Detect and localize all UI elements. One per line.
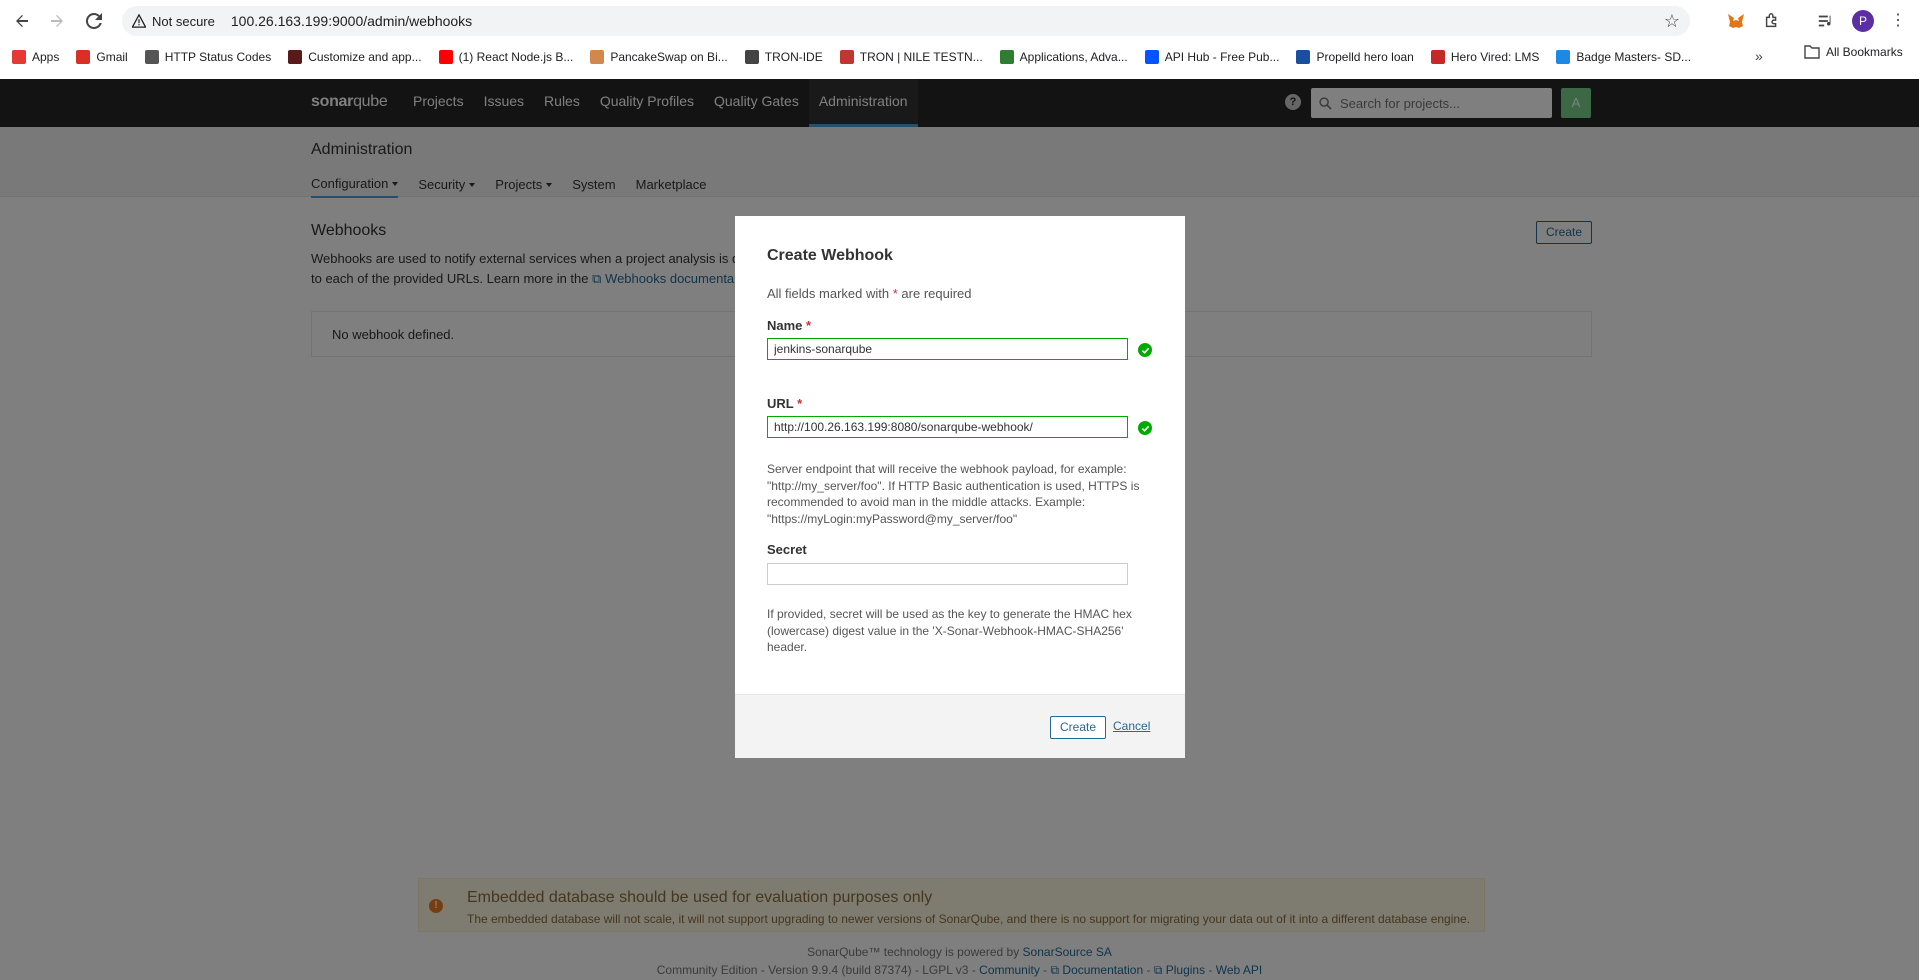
badge-icon (1556, 50, 1571, 64)
browser-toolbar: Not secure 100.26.163.199:9000/admin/web… (0, 0, 1919, 42)
infinity-icon (999, 50, 1014, 64)
bookmark-label: (1) React Node.js B... (458, 50, 574, 64)
extensions-puzzle-icon[interactable] (1760, 9, 1784, 33)
all-bookmarks-folder[interactable]: All Bookmarks (1804, 45, 1903, 59)
name-label: Name * (767, 318, 811, 333)
required-suffix: are required (901, 286, 972, 301)
security-label: Not secure (152, 13, 215, 29)
bookmark-label: API Hub - Free Pub... (1164, 50, 1280, 64)
bookmark-item[interactable]: Badge Masters- SD... (1556, 50, 1691, 64)
bookmark-label: Customize and app... (308, 50, 422, 64)
propelld-icon (1296, 50, 1311, 64)
bookmark-item[interactable]: TRON | NILE TESTN... (839, 50, 983, 64)
modal-footer: Create Cancel (735, 694, 1185, 758)
more-bookmarks-chevron-icon[interactable]: » (1755, 48, 1763, 64)
bookmark-label: TRON | NILE TESTN... (859, 50, 983, 64)
crown-icon (288, 50, 303, 64)
browser-menu-icon[interactable]: ⋮ (1890, 10, 1906, 30)
name-valid-check-icon (1138, 343, 1152, 357)
bookmark-item[interactable]: PancakeSwap on Bi... (590, 50, 728, 64)
apps-grid-icon (12, 50, 26, 64)
bookmark-item[interactable]: Propelld hero loan (1296, 50, 1414, 64)
bookmark-label: Applications, Adva... (1019, 50, 1128, 64)
browser-chrome: Not secure 100.26.163.199:9000/admin/web… (0, 0, 1919, 78)
bookmark-item[interactable]: HTTP Status Codes (144, 50, 272, 64)
herovired-icon (1430, 50, 1445, 64)
bookmark-label: HTTP Status Codes (164, 50, 272, 64)
name-field[interactable] (767, 338, 1128, 360)
reload-icon[interactable] (80, 7, 108, 35)
url-label-text: URL (767, 396, 794, 411)
not-secure-indicator[interactable]: Not secure (132, 14, 215, 29)
bookmark-label: Apps (32, 50, 60, 64)
bookmark-item[interactable]: Applications, Adva... (999, 50, 1128, 64)
secret-help-text: If provided, secret will be used as the … (767, 607, 1132, 654)
bookmark-star-icon[interactable]: ☆ (1662, 11, 1682, 31)
create-button[interactable]: Create (1050, 716, 1107, 739)
media-controls-icon[interactable] (1814, 9, 1838, 33)
all-bookmarks-label: All Bookmarks (1826, 45, 1903, 59)
bookmark-label: Gmail (96, 50, 128, 64)
name-label-text: Name (767, 318, 803, 333)
profile-avatar[interactable]: P (1852, 10, 1874, 32)
address-bar[interactable]: Not secure 100.26.163.199:9000/admin/web… (122, 6, 1690, 36)
url-field[interactable] (767, 416, 1128, 438)
globe-icon (144, 50, 159, 64)
rapidapi-icon (1144, 50, 1159, 64)
url-valid-check-icon (1138, 421, 1152, 435)
tron-ide-icon (744, 50, 759, 64)
bookmark-label: TRON-IDE (764, 50, 823, 64)
name-required-star: * (806, 318, 812, 333)
url-text[interactable]: 100.26.163.199:9000/admin/webhooks (231, 13, 472, 29)
folder-icon (1804, 45, 1820, 59)
bookmarks-bar: Apps Gmail HTTP Status Codes Customize and … (0, 44, 1919, 70)
youtube-icon (438, 50, 453, 64)
url-required-star: * (797, 396, 803, 411)
bookmark-label: Badge Masters- SD... (1576, 50, 1692, 64)
cancel-button[interactable]: Cancel (1113, 719, 1150, 733)
create-webhook-modal: Create Webhook All fields marked with * … (735, 216, 1185, 758)
pancake-icon (590, 50, 605, 64)
bookmark-item[interactable]: TRON-IDE (744, 50, 823, 64)
bookmark-label: Hero Vired: LMS (1450, 50, 1540, 64)
gmail-icon (76, 50, 91, 64)
bookmark-item[interactable]: Apps (12, 50, 59, 64)
secret-field[interactable] (767, 563, 1128, 585)
required-star: * (892, 286, 898, 301)
url-help-text: Server endpoint that will receive the we… (767, 462, 1140, 526)
bookmark-item[interactable]: Hero Vired: LMS (1430, 50, 1540, 64)
forward-arrow-icon[interactable] (43, 7, 71, 35)
secret-label: Secret (767, 542, 807, 557)
url-label: URL * (767, 396, 802, 411)
bookmark-label: PancakeSwap on Bi... (610, 50, 728, 64)
back-arrow-icon[interactable] (8, 7, 36, 35)
bookmark-item[interactable]: (1) React Node.js B... (438, 50, 574, 64)
warning-triangle-icon (132, 14, 146, 28)
required-prefix: All fields marked with (767, 286, 890, 301)
tron-icon (839, 50, 854, 64)
modal-title: Create Webhook (767, 247, 893, 264)
metamask-fox-icon[interactable] (1724, 9, 1748, 33)
required-fields-note: All fields marked with * are required (767, 286, 972, 301)
bookmark-item[interactable]: Customize and app... (288, 50, 422, 64)
bookmark-label: Propelld hero loan (1316, 50, 1414, 64)
bookmark-item[interactable]: Gmail (76, 50, 128, 64)
bookmark-item[interactable]: API Hub - Free Pub... (1144, 50, 1280, 64)
